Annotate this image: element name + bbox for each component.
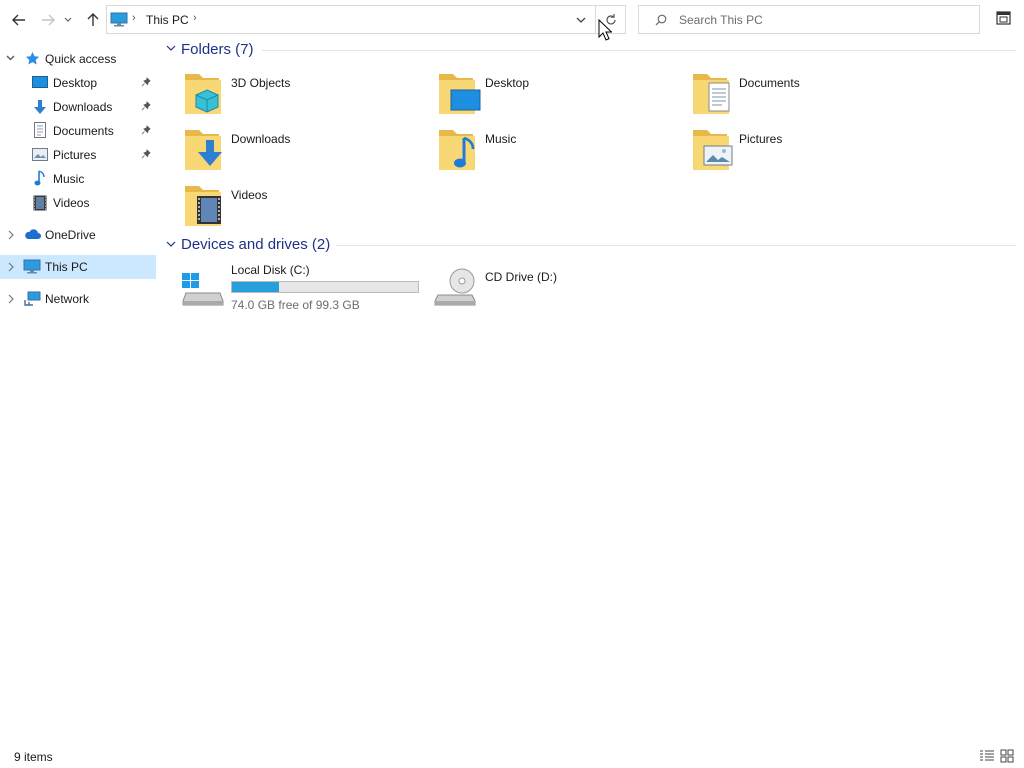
downloads-folder-icon (185, 130, 222, 170)
sidebar-item-music[interactable]: Music (0, 167, 156, 191)
drive-tile-cd[interactable]: CD Drive (D:) (434, 263, 674, 315)
download-arrow-icon (34, 100, 46, 114)
preview-pane-icon[interactable] (996, 11, 1011, 25)
up-button[interactable] (82, 8, 104, 32)
drive-label: Local Disk (C:) (231, 263, 310, 277)
large-icons-view-icon[interactable] (1000, 749, 1014, 763)
folder-label: Videos (231, 188, 268, 202)
film-icon (33, 195, 47, 211)
drive-tile-local-disk[interactable]: Local Disk (C:) 74.0 GB free of 99.3 GB (182, 263, 432, 315)
status-item-count: 9 items (14, 750, 53, 764)
sidebar-item-label: Downloads (53, 100, 113, 114)
chevron-down-icon (64, 17, 72, 22)
network-icon (24, 291, 41, 306)
music-folder-icon (439, 130, 475, 170)
sidebar-item-label: Documents (53, 124, 114, 138)
computer-icon (110, 12, 128, 27)
sidebar-item-quick-access[interactable]: Quick access (0, 47, 156, 71)
chevron-down-icon[interactable] (166, 241, 176, 248)
drive-usage-bar (231, 281, 419, 293)
breadcrumb-this-pc[interactable]: This PC (146, 13, 189, 27)
star-icon (25, 52, 40, 65)
folder-tile-desktop[interactable]: Desktop (437, 70, 677, 122)
cd-drive-icon (434, 268, 476, 306)
arrow-up-icon (87, 13, 99, 26)
windows-drive-icon (182, 273, 224, 306)
pictures-folder-icon (693, 130, 733, 170)
search-icon (655, 14, 667, 26)
music-note-icon (34, 170, 45, 186)
search-placeholder: Search This PC (679, 13, 763, 27)
desktop-icon (32, 76, 48, 88)
chevron-expanded-icon[interactable] (6, 55, 15, 62)
picture-icon (32, 148, 48, 161)
3d-objects-folder-icon (185, 74, 221, 114)
sidebar-item-label: Desktop (53, 76, 98, 90)
pin-icon[interactable] (141, 124, 151, 138)
drive-usage-fill (232, 282, 280, 292)
sidebar-item-videos[interactable]: Videos (0, 191, 156, 215)
sidebar-item-onedrive[interactable]: OneDrive (0, 223, 156, 247)
folder-tile-music[interactable]: Music (437, 126, 677, 178)
computer-icon (23, 259, 41, 274)
group-divider (336, 245, 1016, 246)
documents-folder-icon (693, 74, 730, 114)
folder-tile-videos[interactable]: Videos (183, 182, 423, 234)
folder-label: Documents (739, 76, 800, 90)
sidebar-item-network[interactable]: Network (0, 287, 156, 311)
drive-free-space: 74.0 GB free of 99.3 GB (231, 298, 360, 312)
group-title: Folders (7) (181, 41, 254, 58)
folder-label: 3D Objects (231, 76, 291, 90)
sidebar-item-desktop[interactable]: Desktop (0, 71, 156, 95)
cloud-icon (25, 229, 41, 239)
arrow-left-icon (12, 14, 25, 26)
pin-icon[interactable] (141, 100, 151, 114)
recent-locations-button[interactable] (61, 8, 75, 32)
chevron-right-icon[interactable] (8, 262, 14, 272)
pin-icon[interactable] (141, 76, 151, 90)
sidebar-item-this-pc[interactable]: This PC (0, 255, 156, 279)
breadcrumb-separator: › (132, 12, 136, 24)
search-box[interactable]: Search This PC (638, 5, 980, 34)
folder-tile-pictures[interactable]: Pictures (691, 126, 931, 178)
folder-label: Desktop (485, 76, 530, 90)
breadcrumb-chevron[interactable]: › (193, 12, 197, 24)
document-icon (34, 122, 46, 138)
arrow-right-icon (42, 14, 55, 26)
desktop-folder-icon (439, 74, 481, 114)
chevron-right-icon[interactable] (8, 230, 14, 240)
sidebar-item-documents[interactable]: Documents (0, 119, 156, 143)
folder-tile-documents[interactable]: Documents (691, 70, 931, 122)
address-bar[interactable]: › This PC › (106, 5, 626, 34)
sidebar-item-label: Music (53, 172, 85, 186)
details-view-icon[interactable] (979, 750, 995, 762)
sidebar-item-label: OneDrive (45, 228, 96, 242)
sidebar-item-label: Network (45, 292, 90, 306)
sidebar-item-label: Videos (53, 196, 90, 210)
address-dropdown-icon[interactable] (576, 17, 586, 24)
folder-tile-downloads[interactable]: Downloads (183, 126, 423, 178)
address-divider (595, 6, 596, 33)
pin-icon[interactable] (141, 148, 151, 162)
group-divider (262, 50, 1016, 51)
sidebar-item-label: Pictures (53, 148, 97, 162)
mouse-cursor-icon (598, 19, 612, 41)
chevron-right-icon[interactable] (8, 294, 14, 304)
sidebar-item-downloads[interactable]: Downloads (0, 95, 156, 119)
sidebar-item-pictures[interactable]: Pictures (0, 143, 156, 167)
chevron-down-icon[interactable] (166, 45, 176, 52)
folder-label: Music (485, 132, 517, 146)
videos-folder-icon (185, 186, 221, 226)
forward-button[interactable] (37, 8, 59, 32)
drive-label: CD Drive (D:) (485, 270, 557, 284)
group-title: Devices and drives (2) (181, 236, 331, 253)
sidebar-item-label: Quick access (45, 52, 117, 66)
back-button[interactable] (8, 8, 30, 32)
folder-label: Downloads (231, 132, 291, 146)
folder-label: Pictures (739, 132, 783, 146)
folder-tile-3d-objects[interactable]: 3D Objects (183, 70, 423, 122)
sidebar-item-label: This PC (45, 260, 88, 274)
